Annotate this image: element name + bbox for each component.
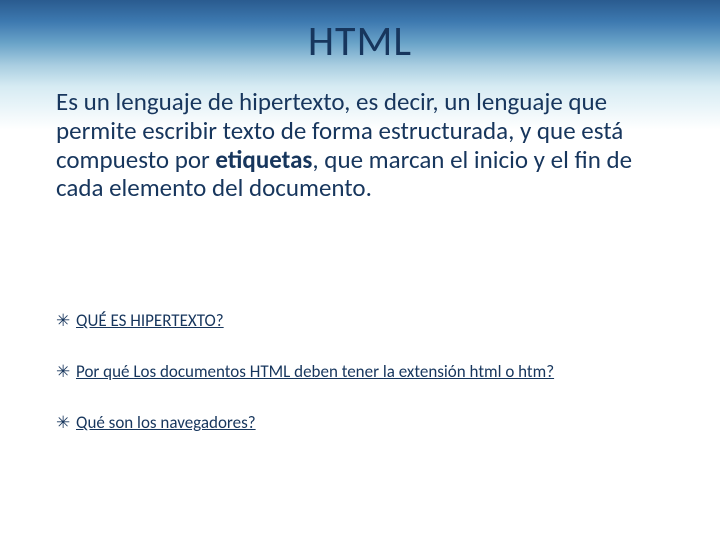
asterisk-icon: ✳: [56, 413, 76, 433]
slide-title: HTML: [0, 16, 720, 67]
list-item: ✳ Por qué Los documentos HTML deben tene…: [56, 361, 676, 382]
list-item: ✳ Qué son los navegadores?: [56, 412, 676, 433]
hyperlink-extension[interactable]: Por qué Los documentos HTML deben tener …: [76, 361, 554, 382]
slide-body: Es un lenguaje de hipertexto, es decir, …: [56, 88, 664, 231]
asterisk-icon: ✳: [56, 362, 76, 382]
slide: HTML Es un lenguaje de hipertexto, es de…: [0, 0, 720, 540]
list-item: ✳ QUÉ ES HIPERTEXTO?: [56, 310, 676, 331]
asterisk-icon: ✳: [56, 311, 76, 331]
paragraph-bold-word: etiquetas: [215, 144, 312, 175]
hyperlink-navegadores[interactable]: Qué son los navegadores?: [76, 412, 256, 433]
hyperlink-hipertexto[interactable]: QUÉ ES HIPERTEXTO?: [76, 310, 224, 331]
body-paragraph: Es un lenguaje de hipertexto, es decir, …: [56, 88, 664, 203]
links-list: ✳ QUÉ ES HIPERTEXTO? ✳ Por qué Los docum…: [56, 310, 676, 463]
